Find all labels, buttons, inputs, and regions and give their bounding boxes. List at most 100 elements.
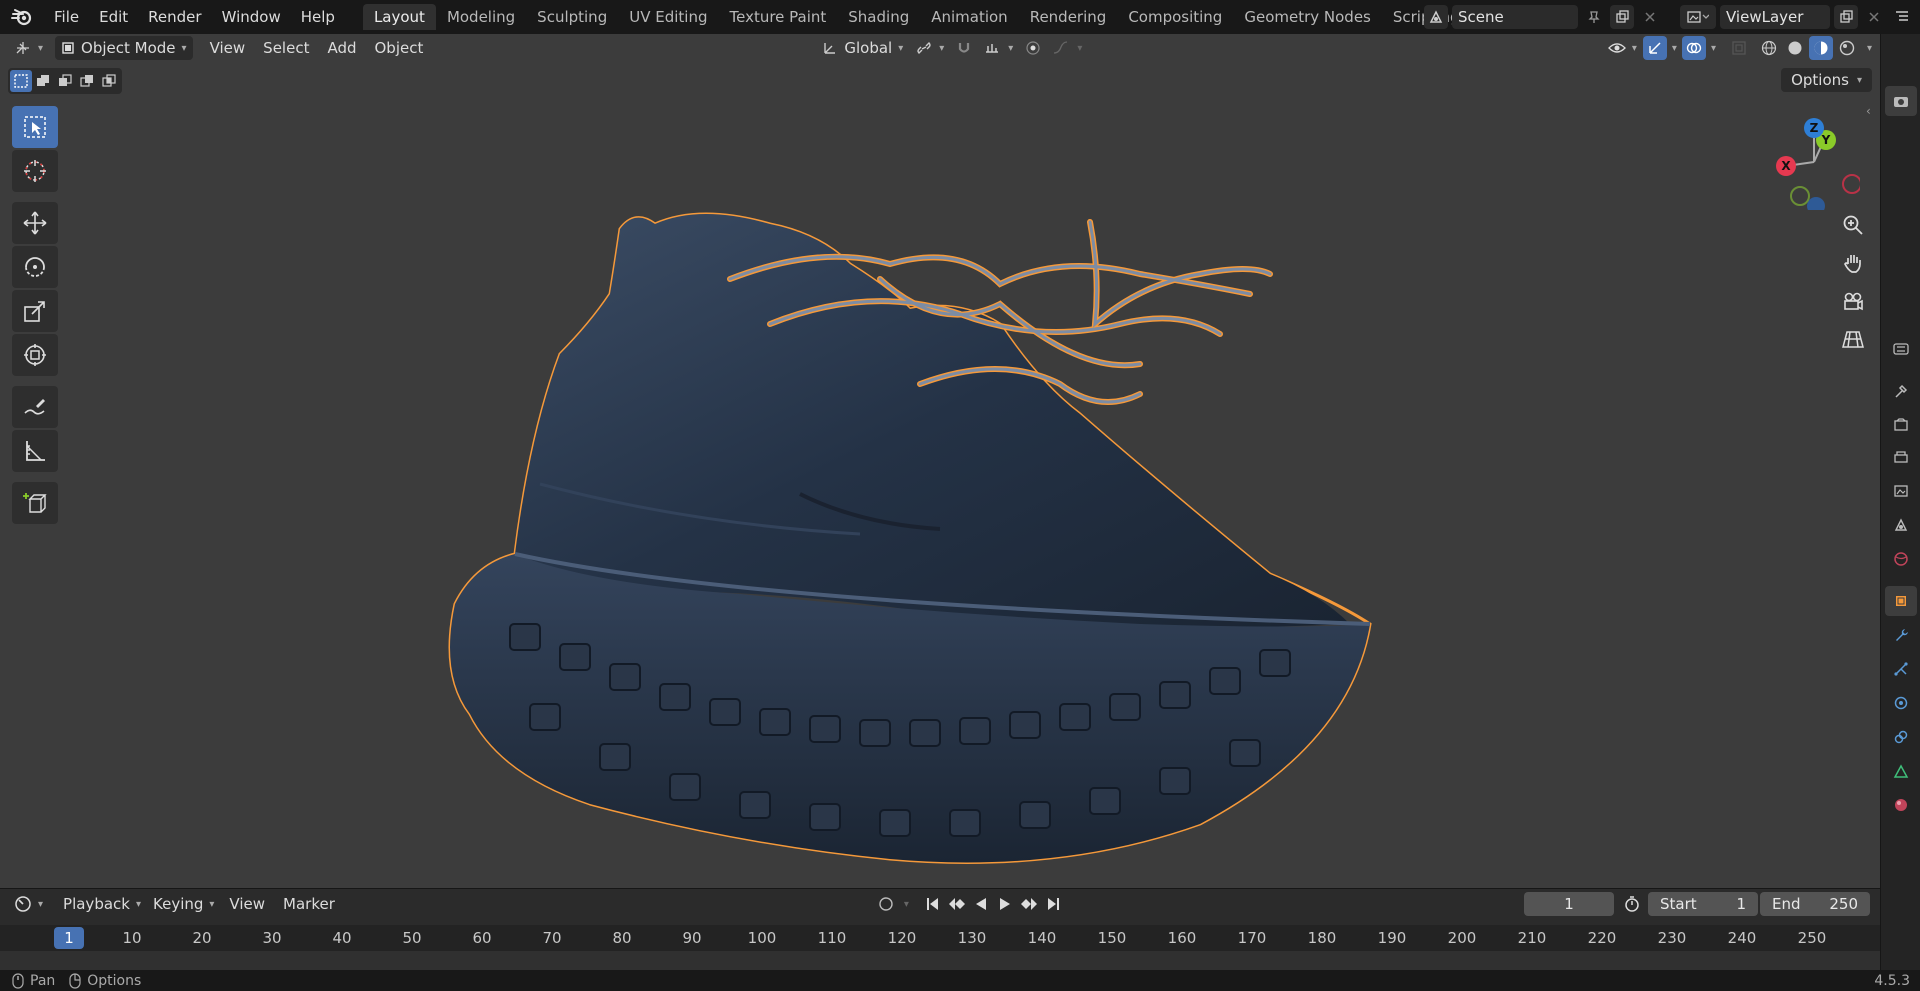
delete-viewlayer-icon[interactable] [1862,5,1886,29]
sneaker-model[interactable] [440,184,1580,904]
navigation-gizmo[interactable]: X Y Z [1764,114,1860,210]
delete-scene-icon[interactable] [1638,5,1662,29]
tab-animation[interactable]: Animation [920,4,1018,30]
output-properties-icon[interactable] [1885,442,1917,472]
rotate-tool[interactable] [12,246,58,288]
annotate-tool[interactable] [12,386,58,428]
object-properties-icon[interactable] [1885,586,1917,616]
cursor-tool[interactable] [12,150,58,192]
add-cube-tool[interactable] [12,482,58,524]
gizmo-options-chevron-down-icon[interactable]: ▾ [1667,43,1682,54]
snap-target-dropdown[interactable]: ▾ [978,36,1019,60]
viewport-menu-select[interactable]: Select [254,36,318,60]
viewport-menu-add[interactable]: Add [318,36,365,60]
viewlayer-name-field[interactable]: ViewLayer [1720,5,1830,29]
viewport-menu-object[interactable]: Object [366,36,433,60]
move-tool[interactable] [12,202,58,244]
outliner-icon[interactable] [1890,5,1914,29]
scale-tool[interactable] [12,290,58,332]
frame-ruler[interactable]: 1 10 20 30 40 50 60 70 80 90 100 110 120 130 140 150 160… [0,925,1880,951]
jump-to-keyframe-back-button[interactable] [945,892,969,916]
menu-render[interactable]: Render [138,0,211,34]
view-layer-properties-icon[interactable] [1885,476,1917,506]
tab-shading[interactable]: Shading [837,4,920,30]
gizmo-axis-z[interactable]: Z [1804,118,1824,138]
3d-viewport[interactable]: ▾ Object Mode ▾ View Select Add Object G… [0,34,1880,888]
timeline-menu-marker[interactable]: Marker [274,892,344,916]
jump-to-end-button[interactable] [1041,892,1065,916]
tab-sculpting[interactable]: Sculpting [526,4,618,30]
playback-menu[interactable]: Playback ▾ [57,892,147,916]
rendered-shading-icon[interactable] [1835,36,1859,60]
new-scene-icon[interactable] [1610,5,1634,29]
select-box-tool[interactable] [12,106,58,148]
collapse-sidebar-chevron-left-icon[interactable]: ‹ [1866,104,1871,118]
gizmo-axis-x[interactable]: X [1776,156,1796,176]
transform-orientation-dropdown[interactable]: Global ▾ [816,36,909,60]
tab-geometry-nodes[interactable]: Geometry Nodes [1233,4,1382,30]
end-frame-field[interactable]: End 250 [1760,892,1870,916]
pan-view-button[interactable] [1836,246,1870,280]
object-data-icon[interactable] [1885,756,1917,786]
current-frame-field[interactable]: 1 [1524,892,1614,916]
auto-keying-toggle[interactable] [874,892,898,916]
new-viewlayer-icon[interactable] [1834,5,1858,29]
jump-to-keyframe-forward-button[interactable] [1017,892,1041,916]
measure-tool[interactable] [12,430,58,472]
transform-tool[interactable] [12,334,58,376]
gizmo-toggle[interactable] [1642,36,1667,60]
viewport-options-dropdown[interactable]: Options ▾ [1781,68,1872,92]
tool-settings-icon[interactable] [1885,376,1917,406]
solid-shading-icon[interactable] [1783,36,1807,60]
constraints-icon[interactable] [1885,722,1917,752]
scene-selector-icon[interactable] [1424,5,1448,29]
world-properties-icon[interactable] [1885,544,1917,574]
toggle-perspective-button[interactable] [1836,322,1870,356]
play-reverse-button[interactable] [969,892,993,916]
material-preview-shading-icon[interactable] [1808,36,1833,60]
timeline-body[interactable] [0,951,1880,971]
viewlayer-selector-icon[interactable] [1680,5,1716,29]
tab-layout[interactable]: Layout [362,4,436,30]
pin-scene-icon[interactable] [1582,5,1606,29]
select-extend-icon[interactable] [32,70,54,92]
select-subtract-icon[interactable] [54,70,76,92]
scene-name-field[interactable]: Scene [1452,5,1578,29]
tab-rendering[interactable]: Rendering [1019,4,1118,30]
tab-compositing[interactable]: Compositing [1117,4,1233,30]
shading-options-chevron-down-icon[interactable]: ▾ [1859,43,1880,54]
xray-toggle[interactable] [1727,36,1751,60]
select-new-icon[interactable] [10,70,32,92]
wireframe-shading-icon[interactable] [1757,36,1781,60]
start-frame-field[interactable]: Start 1 [1648,892,1758,916]
render-properties-icon[interactable] [1885,410,1917,440]
properties-editor-icon[interactable] [1885,334,1917,364]
object-visibility-dropdown[interactable]: ▾ [1602,36,1643,60]
timeline-menu-view[interactable]: View [220,892,274,916]
material-icon[interactable] [1885,790,1917,820]
scene-properties-icon[interactable] [1885,510,1917,540]
snap-toggle[interactable] [950,36,978,60]
object-mode-dropdown[interactable]: Object Mode ▾ [55,36,193,60]
current-frame-indicator[interactable]: 1 [54,927,84,949]
overlays-toggle[interactable] [1681,36,1706,60]
proportional-edit-toggle[interactable] [1019,36,1047,60]
overlays-options-chevron-down-icon[interactable]: ▾ [1706,43,1721,54]
menu-file[interactable]: File [44,0,89,34]
proportional-falloff-dropdown[interactable]: ▾ [1047,36,1088,60]
render-camera-icon[interactable] [1885,86,1917,116]
use-preview-range-toggle[interactable] [1620,892,1644,916]
viewport-menu-view[interactable]: View [201,36,255,60]
auto-keying-options-chevron-down-icon[interactable]: ▾ [898,899,915,910]
zoom-view-button[interactable] [1836,208,1870,242]
tab-texture-paint[interactable]: Texture Paint [718,4,837,30]
particles-icon[interactable] [1885,654,1917,684]
keying-menu[interactable]: Keying ▾ [147,892,220,916]
blender-logo-icon[interactable] [0,0,44,34]
select-intersect-icon[interactable] [98,70,120,92]
play-button[interactable] [993,892,1017,916]
menu-window[interactable]: Window [212,0,291,34]
pivot-point-dropdown[interactable]: ▾ [909,36,950,60]
timeline-editor-type-dropdown[interactable]: ▾ [8,892,49,916]
physics-icon[interactable] [1885,688,1917,718]
